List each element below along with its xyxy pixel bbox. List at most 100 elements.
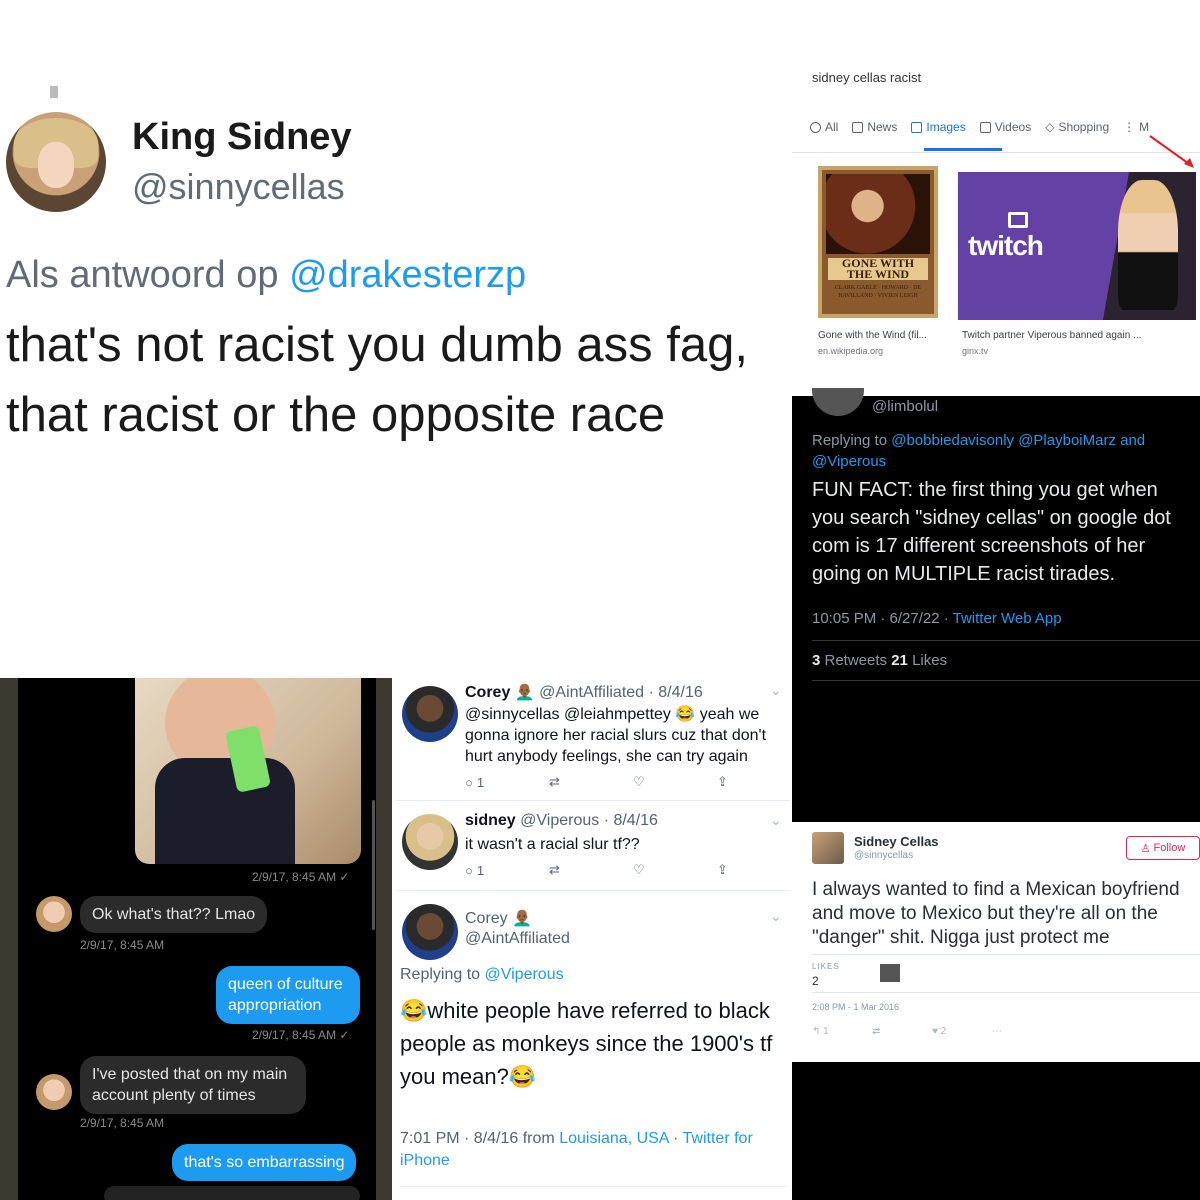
message-bubble-out[interactable]: queen of culture appropriation: [216, 966, 360, 1024]
divider-tick: [50, 86, 58, 98]
result-caption[interactable]: Twitch partner Viperous banned again ...: [962, 330, 1141, 341]
poster-title: GONE WITH THE WIND: [828, 257, 928, 280]
separator: ·: [668, 1130, 683, 1147]
user-handle[interactable]: @AintAffiliated: [465, 930, 570, 948]
tweet-text: I always wanted to find a Mexican boyfri…: [812, 879, 1180, 948]
avatar[interactable]: [36, 896, 72, 932]
handle-date: @AintAffiliated · 8/4/16: [539, 684, 703, 701]
result-image-gone-with-the-wind[interactable]: GONE WITH THE WIND CLARK GABLE · HOWARD …: [818, 166, 938, 318]
client-link[interactable]: Twitter Web App: [953, 610, 1062, 627]
chevron-down-icon[interactable]: ⌄: [770, 908, 782, 925]
tab-images[interactable]: Images: [911, 120, 966, 134]
black-filler: [792, 1062, 1200, 1200]
reply-button[interactable]: ○ 1: [465, 862, 549, 878]
tab-videos[interactable]: Videos: [979, 120, 1032, 134]
retweet-button[interactable]: ⇄: [872, 1026, 932, 1037]
display-name[interactable]: Corey 👨🏾‍🦲: [465, 908, 532, 928]
user-handle[interactable]: @sinnycellas: [854, 850, 913, 861]
compose-bar[interactable]: [104, 1186, 360, 1200]
follow-button[interactable]: ♙ Follow: [1126, 836, 1200, 860]
avatar[interactable]: [6, 112, 106, 212]
avatar[interactable]: [402, 904, 458, 960]
divider: [396, 800, 790, 801]
likes-label: LIKES: [812, 962, 840, 971]
avatar[interactable]: [812, 388, 864, 416]
avatar[interactable]: [402, 686, 458, 742]
like-button[interactable]: ♡: [633, 774, 717, 790]
tweet-meta: 7:01 PM · 8/4/16 from Louisiana, USA · T…: [400, 1128, 786, 1172]
like-count[interactable]: 21: [891, 652, 908, 669]
result-caption[interactable]: Gone with the Wind (fil...: [818, 330, 927, 341]
red-arrow-annotation: [1149, 135, 1194, 168]
chevron-down-icon[interactable]: ⌄: [770, 682, 782, 699]
retweet-button[interactable]: ⇄: [549, 774, 633, 790]
handle-date: @Viperous · 8/4/16: [520, 812, 658, 829]
message-timestamp: 2/9/17, 8:45 AM: [80, 938, 165, 952]
tweet-text-line: that racist or the opposite race: [6, 388, 666, 442]
shared-photo[interactable]: [135, 678, 361, 864]
tweet-text: 😂white people have referred to black peo…: [400, 998, 773, 1089]
follow-label: Follow: [1153, 842, 1186, 854]
avatar[interactable]: [812, 832, 844, 864]
chevron-down-icon[interactable]: ⌄: [770, 812, 782, 829]
tab-news[interactable]: News: [852, 120, 897, 134]
add-user-icon: ♙: [1140, 842, 1151, 855]
tab-shopping[interactable]: ◇ Shopping: [1045, 120, 1109, 134]
tweet-header: Corey 👨🏾‍🦲 @AintAffiliated · 8/4/16: [465, 682, 703, 702]
reply-mention-link[interactable]: @Viperous: [485, 966, 564, 983]
search-query[interactable]: sidney cellas racist: [812, 70, 921, 85]
scrollbar[interactable]: [372, 800, 375, 930]
news-icon: [852, 121, 864, 133]
reply-line: Als antwoord op @drakesterzp: [6, 254, 526, 297]
result-source: ginx.tv: [962, 346, 989, 356]
reply-icon: ○: [465, 774, 473, 790]
person-photo: [1118, 180, 1178, 310]
reply-mention-link[interactable]: @drakesterzp: [289, 254, 526, 296]
tab-label: Videos: [994, 120, 1032, 134]
message-bubble-in[interactable]: Ok what's that?? Lmao: [80, 896, 268, 933]
message-timestamp: 2/9/17, 8:45 AM: [80, 1116, 165, 1130]
twitch-logo: twitch: [968, 230, 1044, 261]
display-name[interactable]: Sidney Cellas: [854, 834, 939, 849]
search-icon: [810, 121, 821, 133]
more-button[interactable]: ⋯: [992, 1026, 1052, 1037]
share-button[interactable]: ⇪: [717, 774, 801, 790]
poster-cast: CLARK GABLE · HOWARD · DE HAVILLAND · VI…: [834, 285, 922, 299]
likes-label: Likes: [907, 652, 948, 669]
twitch-glitch-icon: [1008, 212, 1028, 228]
share-icon: ⇪: [717, 774, 728, 789]
message-timestamp: 2/9/17, 8:45 AM ✓: [252, 1028, 350, 1042]
user-handle[interactable]: @sinnycellas: [132, 166, 345, 208]
display-name[interactable]: Corey 👨🏾‍🦲: [465, 684, 535, 701]
reply-button[interactable]: ○ 1: [465, 774, 549, 790]
tweet-text: @sinnycellas @leiahmpettey 😂 yeah we gon…: [465, 706, 767, 765]
avatar[interactable]: [36, 1074, 72, 1110]
message-bubble-in[interactable]: I've posted that on my main account plen…: [80, 1056, 306, 1114]
tweet-actions: ○ 1 ⇄ ♡ ⇪: [465, 774, 801, 790]
display-name[interactable]: King Sidney: [132, 116, 352, 159]
result-image-twitch[interactable]: twitch: [958, 172, 1196, 320]
tweet-text: it wasn't a racial slur tf??: [465, 836, 640, 853]
share-button[interactable]: ⇪: [717, 862, 801, 878]
location-link[interactable]: Louisiana, USA: [559, 1130, 668, 1147]
reply-button[interactable]: ↰ 1: [812, 1026, 872, 1037]
retweet-button[interactable]: ⇄: [549, 862, 633, 878]
display-name[interactable]: sidney: [465, 812, 516, 829]
like-button[interactable]: ♡: [633, 862, 717, 878]
replying-prefix: Replying to: [812, 432, 892, 449]
google-search-results: sidney cellas racist All News Images Vid…: [792, 54, 1200, 384]
frame-edge: [0, 678, 18, 1200]
liker-avatar[interactable]: [880, 964, 900, 982]
user-handle[interactable]: @limbolul: [872, 398, 938, 415]
message-bubble-out[interactable]: that's so embarrassing: [172, 1144, 357, 1181]
tweet-thread: Corey 👨🏾‍🦲 @AintAffiliated · 8/4/16 ⌄ @s…: [396, 678, 790, 1200]
reply-prefix: Als antwoord op: [6, 254, 290, 296]
likes-count[interactable]: 2: [812, 974, 819, 988]
avatar[interactable]: [402, 814, 458, 870]
tweet-date: 2:08 PM - 1 Mar 2016: [812, 1002, 900, 1012]
like-button[interactable]: ♥ 2: [932, 1026, 992, 1037]
tab-all[interactable]: All: [810, 120, 838, 134]
divider: [812, 992, 1200, 993]
tweet-time: 10:05 PM · 6/27/22 ·: [812, 610, 953, 627]
message-timestamp: 2/9/17, 8:45 AM ✓: [252, 870, 350, 884]
